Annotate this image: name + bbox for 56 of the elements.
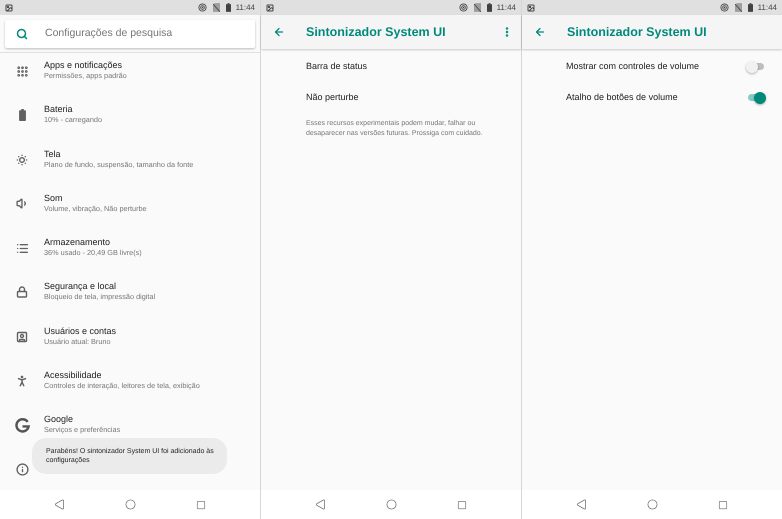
hotspot-icon [720, 3, 729, 12]
no-sim-icon [734, 3, 742, 12]
person-icon [15, 374, 29, 388]
hotspot-icon [198, 3, 207, 12]
item-title: Armazenamento [44, 236, 112, 248]
home-icon[interactable] [386, 499, 397, 510]
toggle-switch[interactable] [746, 92, 766, 104]
speaker-icon [16, 197, 28, 210]
tuner-menu-item[interactable]: Barra de status [261, 51, 521, 82]
google-icon [14, 418, 30, 433]
info-icon [16, 463, 28, 476]
screen-title: Sintonizador System UI [567, 24, 708, 41]
home-icon[interactable] [125, 499, 136, 510]
overview-icon[interactable] [718, 500, 728, 510]
toggle-switch[interactable] [746, 60, 766, 72]
screen-title: Sintonizador System UI [306, 24, 447, 41]
back-icon[interactable] [54, 499, 65, 510]
grid-icon [16, 64, 28, 78]
search-icon [16, 28, 28, 40]
item-title: Som [44, 192, 64, 204]
no-sim-icon [212, 3, 220, 12]
image-notification-icon [5, 4, 13, 12]
home-icon[interactable] [647, 499, 658, 510]
item-title: Tela [44, 148, 62, 160]
setting-label: Atalho de botões de volume [566, 90, 679, 104]
overview-icon[interactable] [196, 500, 206, 510]
tuner-menu-item[interactable]: Não perturbe [261, 82, 521, 113]
item-title: Google [44, 413, 74, 426]
item-title: Segurança e local [44, 280, 118, 292]
back-icon[interactable] [315, 499, 326, 510]
clock-time: 11:44 [496, 2, 516, 14]
battery-icon [486, 3, 492, 12]
lock-icon [16, 286, 28, 298]
item-title: Usuários e contas [44, 324, 116, 337]
back-arrow-icon[interactable] [534, 26, 546, 38]
overview-icon[interactable] [457, 500, 467, 510]
back-icon[interactable] [576, 499, 587, 510]
item-title: Acessibilidade [44, 369, 103, 382]
search-field[interactable]: Configurações de pesquisa [5, 20, 255, 48]
item-title: Bateria [44, 103, 74, 116]
clock-time: 11:44 [236, 2, 255, 14]
image-notification-icon [266, 4, 274, 12]
brightness-icon [15, 152, 29, 167]
battery-icon [18, 109, 26, 122]
no-sim-icon [474, 3, 481, 12]
list-icon [16, 242, 28, 255]
battery-icon [226, 3, 231, 12]
back-arrow-icon[interactable] [273, 26, 285, 38]
image-notification-icon [527, 4, 535, 12]
item-title: Apps e notificações [44, 59, 124, 71]
search-placeholder: Configurações de pesquisa [45, 26, 172, 42]
setting-label: Mostrar com controles de volume [566, 60, 700, 73]
user-card-icon [16, 330, 28, 343]
battery-icon [748, 3, 753, 12]
hotspot-icon [458, 3, 468, 12]
clock-time: 11:44 [758, 2, 777, 14]
